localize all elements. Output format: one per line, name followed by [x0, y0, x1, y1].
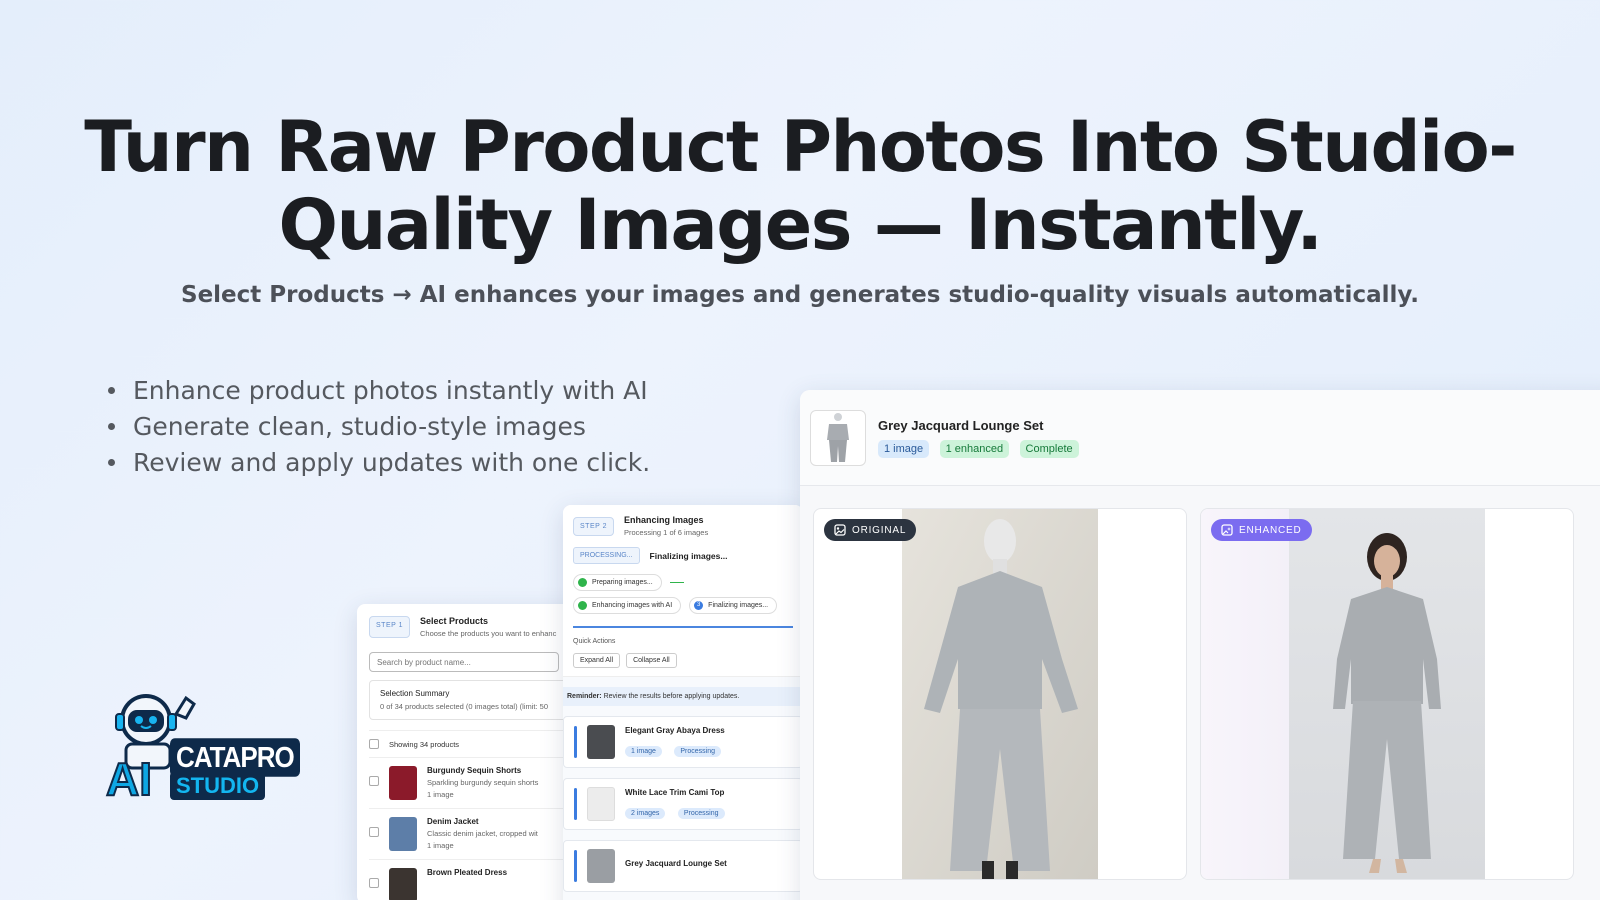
product-desc: Sparkling burgundy sequin shorts	[427, 778, 539, 787]
feature-list: Enhance product photos instantly with AI…	[108, 372, 650, 480]
collapse-all-button[interactable]: Collapse All	[626, 653, 677, 668]
enhancing-images-card: STEP 2 Enhancing Images Processing 1 of …	[563, 505, 803, 900]
enhanced-count-badge: 1 enhanced	[939, 439, 1010, 458]
product-thumbnail	[587, 725, 615, 759]
select-products-card: STEP 1 Select Products Choose the produc…	[357, 604, 597, 900]
processing-status: Finalizing images...	[649, 550, 728, 561]
logo-studio-text: STUDIO	[170, 772, 266, 800]
image-count-pill: 2 images	[625, 808, 666, 819]
status-badge: Complete	[1019, 439, 1079, 458]
product-header: Grey Jacquard Lounge Set 1 image 1 enhan…	[800, 390, 1600, 486]
product-checkbox[interactable]	[369, 827, 379, 837]
processing-badge: PROCESSING...	[573, 547, 640, 564]
original-label: ORIGINAL	[824, 519, 917, 541]
product-thumbnail	[587, 849, 615, 883]
check-icon	[578, 601, 587, 610]
feature-item: Review and apply updates with one click.	[108, 444, 650, 480]
step-badge: STEP 2	[573, 516, 614, 536]
catapro-logo: AI CATAPRO STUDIO	[105, 690, 300, 815]
reminder-banner: Reminder: Review the results before appl…	[563, 687, 803, 706]
expand-all-button[interactable]: Expand All	[573, 653, 621, 668]
status-pill: Processing	[674, 746, 721, 757]
product-search-input[interactable]	[369, 652, 559, 672]
status-bar	[574, 788, 577, 820]
product-name: Denim Jacket	[427, 817, 479, 826]
feature-item: Generate clean, studio-style images	[108, 408, 650, 444]
card-description: Processing 1 of 6 images	[624, 528, 709, 537]
step-badge: STEP 1	[369, 616, 410, 638]
product-thumbnail	[810, 409, 866, 466]
status-pill: Processing	[677, 808, 725, 819]
original-product-photo	[902, 509, 1098, 879]
stage-list: Preparing images... Enhancing images wit…	[573, 574, 793, 614]
card-description: Choose the products you want to enhanc	[420, 629, 557, 638]
product-checkbox[interactable]	[369, 878, 379, 888]
product-title: Grey Jacquard Lounge Set	[878, 417, 1044, 433]
comparison-panel: Grey Jacquard Lounge Set 1 image 1 enhan…	[800, 390, 1600, 900]
hero-title: Turn Raw Product Photos Into Studio- Qua…	[0, 108, 1600, 264]
image-icon	[834, 524, 846, 536]
stage-connector	[669, 582, 684, 583]
product-thumbnail	[389, 868, 417, 900]
hero-title-line1: Turn Raw Product Photos Into Studio-	[84, 106, 1517, 188]
product-thumbnail	[389, 766, 417, 800]
enhance-list-item[interactable]: Grey Jacquard Lounge Set	[563, 840, 803, 892]
product-image-count: 1 image	[427, 790, 454, 799]
logo-ai-text: AI	[105, 752, 153, 806]
enhance-list-item[interactable]: White Lace Trim Cami Top 2 images Proces…	[563, 778, 803, 830]
product-name: Grey Jacquard Lounge Set	[625, 859, 727, 868]
image-count-pill: 1 image	[625, 746, 662, 757]
select-all-checkbox[interactable]	[369, 739, 379, 749]
feature-item: Enhance product photos instantly with AI	[108, 372, 650, 408]
showing-count: Showing 34 products	[389, 739, 460, 749]
image-count-badge: 1 image	[878, 439, 930, 458]
product-desc: Classic denim jacket, cropped wit	[427, 829, 538, 838]
stage-preparing: Preparing images...	[573, 574, 662, 591]
hero-subtitle: Select Products → AI enhances your image…	[181, 282, 1419, 308]
sparkle-image-icon	[1221, 524, 1233, 536]
stage-enhancing: Enhancing images with AI	[573, 597, 682, 614]
status-bar	[574, 850, 577, 882]
card-title: Select Products	[420, 616, 489, 626]
step-number-icon: 3	[694, 601, 704, 610]
product-name: White Lace Trim Cami Top	[625, 788, 725, 797]
product-checkbox[interactable]	[369, 776, 379, 786]
enhanced-label: ENHANCED	[1211, 519, 1312, 541]
product-image-count: 1 image	[427, 841, 454, 850]
product-thumbnail	[389, 817, 417, 851]
original-image-card[interactable]: ORIGINAL	[813, 508, 1187, 880]
hero-title-line2: Quality Images — Instantly.	[278, 184, 1323, 266]
product-name: Burgundy Sequin Shorts	[427, 766, 522, 775]
enhanced-image-card[interactable]: ENHANCED	[1200, 508, 1574, 880]
enhanced-product-photo	[1289, 509, 1485, 879]
enhance-list-item[interactable]: Elegant Gray Abaya Dress 1 image Process…	[563, 716, 803, 768]
status-bar	[574, 726, 577, 758]
product-name: Brown Pleated Dress	[427, 868, 508, 877]
card-title: Enhancing Images	[624, 515, 704, 525]
logo-brand-text: CATAPRO	[170, 738, 300, 777]
outfit-icon	[827, 412, 849, 462]
check-icon	[578, 578, 587, 587]
progress-bar	[573, 626, 793, 628]
enhanced-side-background	[1201, 509, 1289, 879]
product-name: Elegant Gray Abaya Dress	[625, 726, 725, 735]
product-thumbnail	[587, 787, 615, 821]
quick-actions-label: Quick Actions	[573, 638, 616, 645]
stage-finalizing: 3 Finalizing images...	[689, 597, 778, 614]
